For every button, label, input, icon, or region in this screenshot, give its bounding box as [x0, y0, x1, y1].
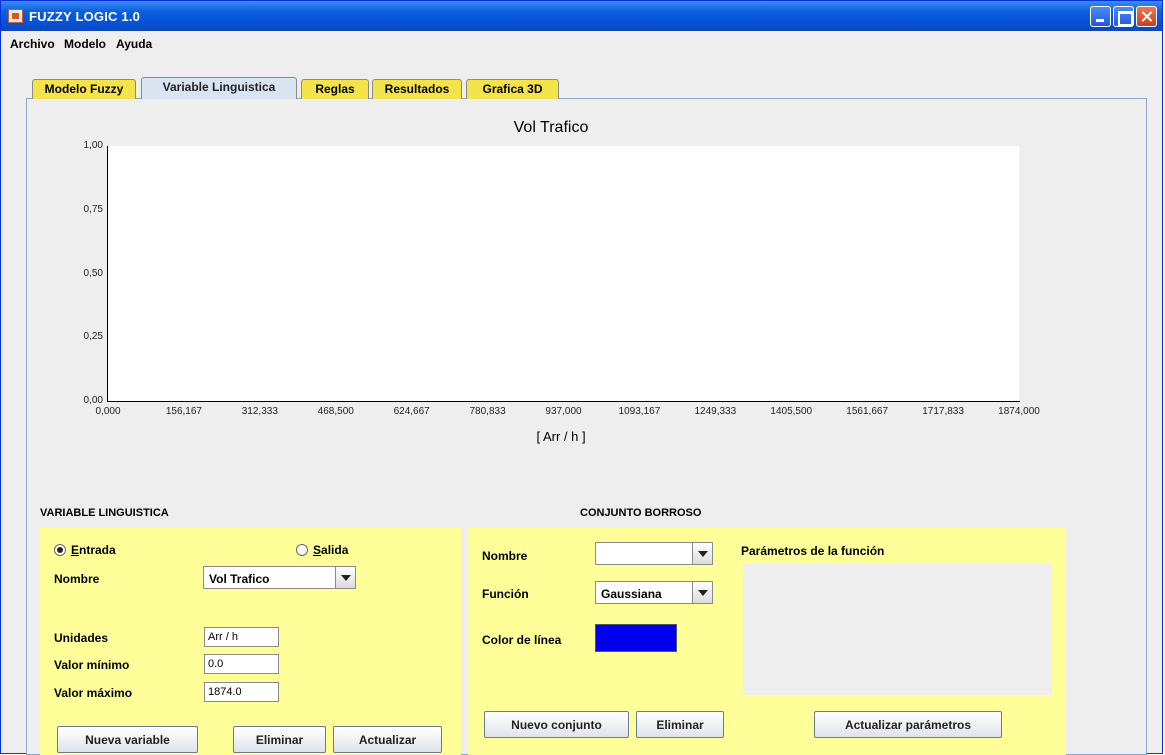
nombre-variable-value: Vol Trafico: [209, 572, 270, 586]
valor-maximo-field[interactable]: 1874.0: [204, 682, 279, 702]
tab-variable-linguistica[interactable]: Variable Linguistica: [141, 77, 297, 99]
y-tick-label: 0,75: [83, 203, 103, 215]
menu-modelo[interactable]: Modelo: [64, 37, 106, 51]
chevron-down-icon[interactable]: [692, 543, 712, 564]
x-tick-label: 468,500: [317, 406, 354, 417]
maximize-button[interactable]: [1113, 6, 1134, 27]
x-tick-label: 937,000: [545, 406, 582, 417]
salida-rest: alida: [321, 543, 349, 557]
x-axis-label: [ Arr / h ]: [536, 429, 586, 444]
variable-section-title: VARIABLE LINGUISTICA: [40, 507, 169, 519]
salida-mnemonic: S: [313, 543, 322, 557]
java-app-icon: [8, 9, 23, 23]
nombre-conjunto-label: Nombre: [482, 549, 528, 563]
window-title: FUZZY LOGIC 1.0: [29, 9, 141, 24]
line-color-swatch[interactable]: [595, 624, 677, 652]
chevron-down-icon[interactable]: [692, 582, 712, 603]
x-tick-label: 1717,833: [922, 406, 964, 417]
radio-entrada[interactable]: [54, 544, 66, 556]
nombre-variable-combo[interactable]: Vol Trafico: [203, 566, 356, 589]
actualizar-parametros-button[interactable]: Actualizar parámetros: [814, 711, 1002, 738]
valor-minimo-field[interactable]: 0.0: [204, 654, 279, 674]
chevron-down-icon[interactable]: [335, 567, 355, 588]
y-tick-label: 0,50: [83, 267, 103, 279]
plot-area: [108, 146, 1019, 402]
tab-resultados[interactable]: Resultados: [372, 79, 462, 99]
minimize-button[interactable]: [1090, 6, 1111, 27]
y-tick-label: 0,00: [83, 395, 103, 406]
eliminar-variable-button[interactable]: Eliminar: [233, 726, 326, 753]
title-bar[interactable]: FUZZY LOGIC 1.0: [1, 1, 1162, 31]
nueva-variable-button[interactable]: Nueva variable: [57, 726, 198, 753]
x-tick-label: 312,333: [241, 406, 278, 417]
x-tick-label: 780,833: [469, 406, 506, 417]
actualizar-variable-button[interactable]: Actualizar: [333, 726, 442, 753]
valor-maximo-label: Valor máximo: [54, 686, 133, 700]
menu-bar: Archivo Modelo Ayuda: [1, 32, 1162, 56]
x-tick-label: 624,667: [393, 406, 430, 417]
close-button[interactable]: [1136, 6, 1157, 27]
parametros-label: Parámetros de la función: [741, 544, 885, 558]
radio-entrada-label: Entrada: [71, 543, 116, 557]
funcion-value: Gaussiana: [601, 587, 662, 601]
funcion-label: Función: [482, 587, 529, 601]
y-tick-label: 1,00: [83, 140, 103, 151]
radio-salida[interactable]: [296, 544, 308, 556]
nuevo-conjunto-button[interactable]: Nuevo conjunto: [484, 711, 629, 738]
x-tick-label: 1405,500: [770, 406, 813, 417]
y-axis: [107, 146, 108, 402]
entrada-mnemonic: E: [71, 543, 80, 557]
parametros-box: [743, 564, 1052, 695]
funcion-combo[interactable]: Gaussiana: [595, 581, 713, 604]
x-tick-label: 0,000: [95, 406, 121, 417]
unidades-label: Unidades: [54, 631, 109, 645]
nombre-variable-label: Nombre: [54, 572, 100, 586]
x-tick-label: 1093,167: [618, 406, 661, 417]
app-window: FUZZY LOGIC 1.0 Archivo Modelo Ayuda Mod…: [0, 0, 1163, 755]
y-tick-label: 0,25: [83, 331, 103, 343]
menu-archivo[interactable]: Archivo: [10, 37, 55, 51]
x-tick-label: 1874,000: [998, 406, 1040, 417]
x-tick-label: 1561,667: [846, 406, 889, 417]
tab-reglas[interactable]: Reglas: [301, 79, 369, 99]
valor-minimo-label: Valor mínimo: [54, 658, 130, 672]
nombre-conjunto-combo[interactable]: [595, 542, 713, 565]
color-linea-label: Color de línea: [482, 633, 562, 647]
radio-salida-label: Salida: [313, 543, 348, 557]
x-tick-label: 156,167: [165, 406, 202, 417]
entrada-rest: ntrada: [79, 543, 116, 557]
x-axis: [107, 401, 1020, 402]
tab-modelo-fuzzy[interactable]: Modelo Fuzzy: [32, 79, 136, 99]
tab-grafica-3d[interactable]: Grafica 3D: [466, 79, 559, 99]
conjunto-section-title: CONJUNTO BORROSO: [580, 507, 702, 519]
x-tick-label: 1249,333: [694, 406, 737, 417]
menu-ayuda[interactable]: Ayuda: [116, 37, 152, 51]
chart-title: Vol Trafico: [513, 119, 589, 136]
unidades-field[interactable]: Arr / h: [204, 627, 279, 647]
eliminar-conjunto-button[interactable]: Eliminar: [636, 711, 724, 738]
